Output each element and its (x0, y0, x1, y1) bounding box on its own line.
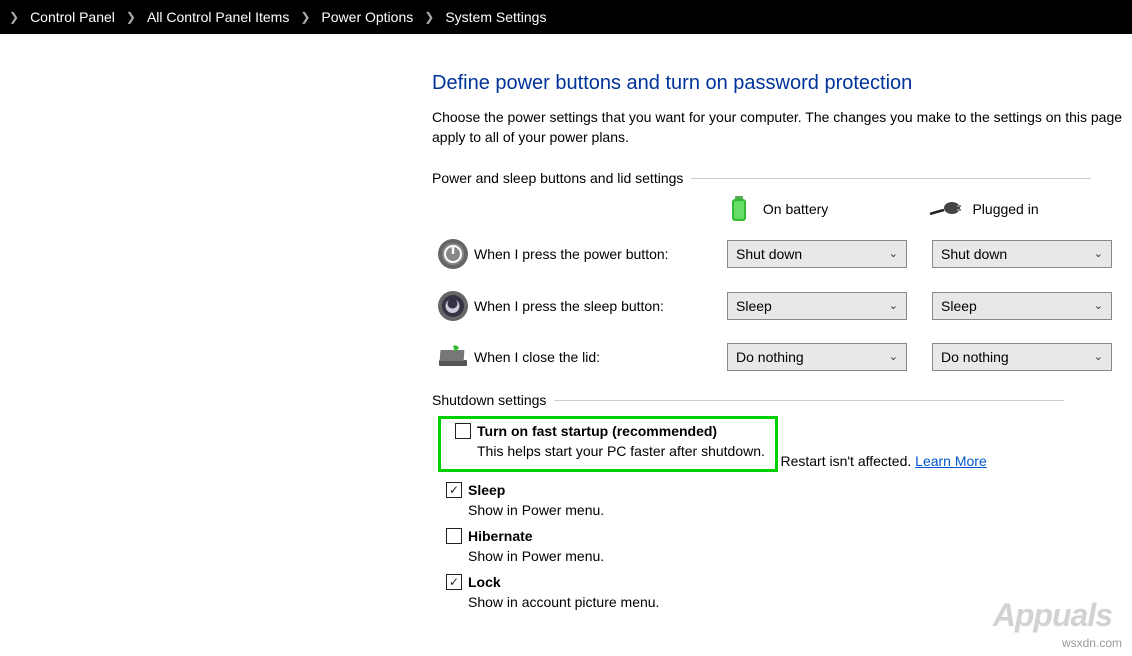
chevron-right-icon: ❯ (421, 10, 437, 24)
plugged-in-header: Plugged in (928, 198, 1132, 220)
power-button-battery-dropdown[interactable]: Shut down⌄ (727, 240, 907, 268)
chevron-right-icon: ❯ (123, 10, 139, 24)
on-battery-label: On battery (763, 201, 828, 217)
close-lid-plugged-dropdown[interactable]: Do nothing⌄ (932, 343, 1112, 371)
sleep-checkbox[interactable]: ✓ (446, 482, 462, 498)
power-button-icon (437, 238, 469, 270)
main-content: Define power buttons and turn on passwor… (0, 34, 1132, 610)
learn-more-link[interactable]: Learn More (915, 453, 987, 469)
sleep-button-battery-dropdown[interactable]: Sleep⌄ (727, 292, 907, 320)
sleep-button-icon (437, 290, 469, 322)
chevron-right-icon: ❯ (297, 10, 313, 24)
hibernate-checkbox[interactable] (446, 528, 462, 544)
fast-startup-title: Turn on fast startup (recommended) (477, 423, 717, 439)
sleep-title: Sleep (468, 482, 505, 498)
column-headers: On battery Plugged in (432, 194, 1132, 224)
breadcrumb-bar: ❯ Control Panel ❯ All Control Panel Item… (0, 0, 1132, 34)
watermark-logo: Appuals (993, 597, 1112, 634)
chevron-right-icon: ❯ (6, 10, 22, 24)
group-power-buttons-label: Power and sleep buttons and lid settings (432, 170, 1132, 186)
lock-checkbox[interactable]: ✓ (446, 574, 462, 590)
fast-startup-desc-1: This helps start your PC faster after sh… (477, 443, 769, 459)
breadcrumb-control-panel[interactable]: Control Panel (22, 5, 123, 29)
close-lid-label: When I close the lid: (474, 349, 727, 365)
group-shutdown-label: Shutdown settings (432, 392, 1132, 408)
sleep-desc: Show in Power menu. (468, 502, 1132, 518)
fast-startup-desc-2: Restart isn't affected. (780, 453, 915, 469)
on-battery-header: On battery (725, 194, 929, 224)
battery-icon (725, 194, 753, 224)
plug-icon (928, 198, 962, 220)
hibernate-title: Hibernate (468, 528, 533, 544)
sleep-button-label: When I press the sleep button: (474, 298, 727, 314)
sleep-button-plugged-dropdown[interactable]: Sleep⌄ (932, 292, 1112, 320)
chevron-down-icon: ⌄ (889, 299, 898, 312)
close-lid-battery-dropdown[interactable]: Do nothing⌄ (727, 343, 907, 371)
chevron-down-icon: ⌄ (1094, 350, 1103, 363)
chevron-down-icon: ⌄ (889, 247, 898, 260)
hibernate-desc: Show in Power menu. (468, 548, 1132, 564)
lid-close-icon (435, 342, 471, 372)
power-button-label: When I press the power button: (474, 246, 727, 262)
sleep-button-row: When I press the sleep button: Sleep⌄ Sl… (432, 290, 1132, 322)
watermark-text: wsxdn.com (1062, 636, 1122, 650)
chevron-down-icon: ⌄ (1094, 247, 1103, 260)
plugged-in-label: Plugged in (972, 201, 1038, 217)
power-button-plugged-dropdown[interactable]: Shut down⌄ (932, 240, 1112, 268)
power-button-row: When I press the power button: Shut down… (432, 238, 1132, 270)
lock-title: Lock (468, 574, 501, 590)
breadcrumb-all-items[interactable]: All Control Panel Items (139, 5, 297, 29)
chevron-down-icon: ⌄ (1094, 299, 1103, 312)
page-title: Define power buttons and turn on passwor… (432, 72, 1132, 95)
close-lid-row: When I close the lid: Do nothing⌄ Do not… (432, 342, 1132, 372)
breadcrumb-system-settings[interactable]: System Settings (437, 5, 554, 29)
highlight-annotation: Turn on fast startup (recommended) This … (438, 416, 778, 472)
chevron-down-icon: ⌄ (889, 350, 898, 363)
breadcrumb-power-options[interactable]: Power Options (313, 5, 421, 29)
fast-startup-checkbox[interactable] (455, 423, 471, 439)
page-description: Choose the power settings that you want … (432, 107, 1132, 148)
